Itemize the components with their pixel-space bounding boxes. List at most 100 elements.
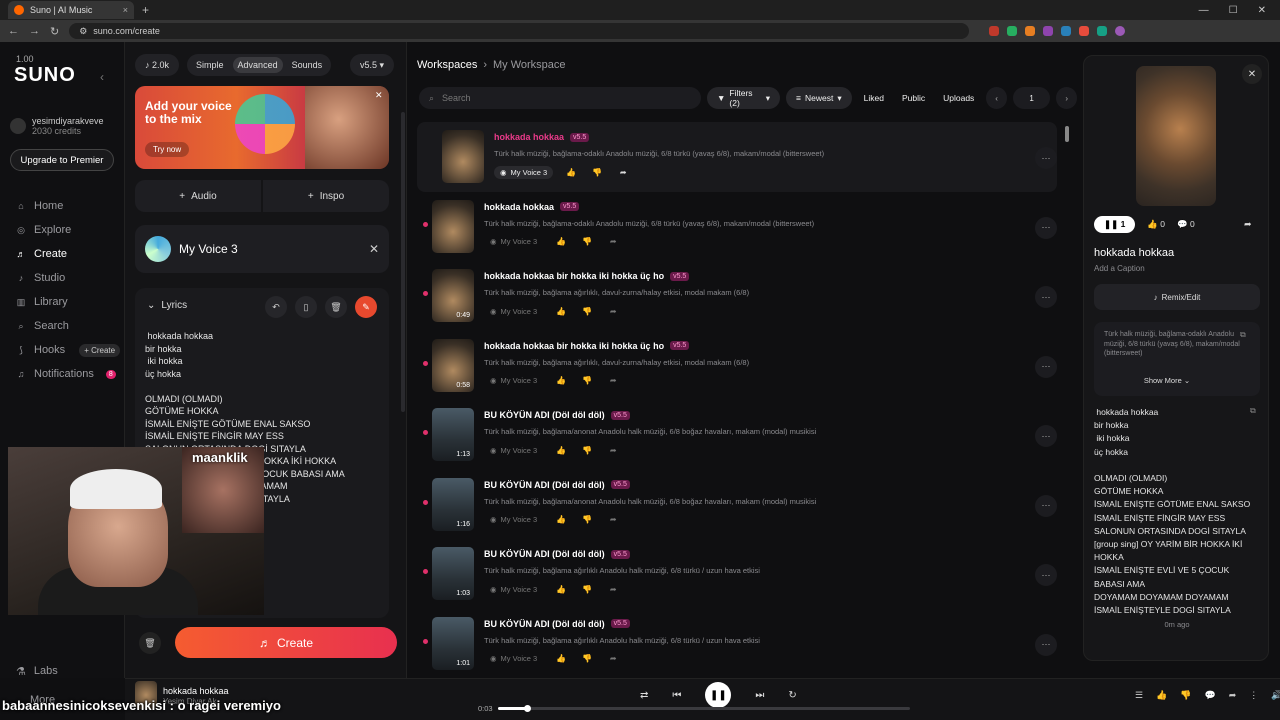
voice-badge[interactable]: ◉ My Voice 3: [484, 235, 543, 248]
show-more-button[interactable]: Show More ⌄: [1084, 376, 1250, 385]
dislike-icon[interactable]: 👎: [579, 512, 595, 528]
search-input[interactable]: ⌕ Search: [419, 87, 701, 109]
progress-handle[interactable]: [523, 705, 531, 712]
profile-icon[interactable]: [1115, 26, 1126, 36]
back-icon[interactable]: ←: [8, 25, 19, 37]
song-thumbnail[interactable]: [442, 130, 484, 183]
caption-input[interactable]: Add a Caption: [1094, 264, 1145, 273]
queue-icon[interactable]: ☰: [1135, 690, 1143, 701]
song-title[interactable]: hokkada hokkaa bir hokka iki hokka üç ho…: [484, 271, 690, 281]
voice-badge[interactable]: ◉ My Voice 3: [484, 305, 543, 318]
sidebar-item-create[interactable]: ♬ Create: [16, 242, 120, 266]
undo-icon[interactable]: ↶: [265, 296, 287, 318]
tab-advanced[interactable]: Advanced: [232, 57, 283, 73]
sidebar-item-hooks[interactable]: ⟆ Hooks + Create: [16, 338, 121, 362]
sidebar-item-labs[interactable]: ⚗ Labs: [16, 665, 58, 678]
song-thumbnail[interactable]: 1:01: [432, 616, 474, 670]
like-button[interactable]: 👍 0: [1147, 219, 1165, 230]
sort-button[interactable]: ≡ Newest ▾: [786, 87, 852, 109]
filters-button[interactable]: ▼ Filters (2) ▾: [707, 87, 781, 109]
like-icon[interactable]: 👍: [553, 234, 569, 250]
extension-icon[interactable]: [1043, 26, 1054, 36]
dislike-icon[interactable]: 👎: [579, 442, 595, 458]
more-options-icon[interactable]: ⋯: [1035, 633, 1057, 656]
shuffle-icon[interactable]: ⇄: [640, 690, 648, 701]
song-row[interactable]: 1:16 BU KÖYÜN ADI (Döl döl döl) v5.5 Türk h…: [407, 470, 1077, 540]
next-icon[interactable]: ⏭: [755, 690, 764, 701]
more-options-icon[interactable]: ⋯: [1035, 147, 1057, 169]
progress-slider[interactable]: [498, 705, 910, 712]
prev-page-icon[interactable]: ‹: [986, 87, 1007, 109]
create-button[interactable]: ♬ Create: [175, 627, 397, 658]
song-thumbnail[interactable]: [432, 199, 474, 253]
share-icon[interactable]: ➦: [605, 442, 621, 458]
more-options-icon[interactable]: ⋯: [1035, 494, 1057, 517]
voice-badge[interactable]: ◉ My Voice 3: [484, 374, 543, 387]
song-row[interactable]: 1:13 BU KÖYÜN ADI (Döl döl döl) v5.5 Türk h…: [407, 400, 1077, 470]
extension-icon[interactable]: [1025, 26, 1036, 36]
scrollbar[interactable]: [1065, 126, 1069, 142]
like-icon[interactable]: 👍: [1156, 690, 1167, 701]
more-options-icon[interactable]: ⋯: [1035, 286, 1057, 308]
like-icon[interactable]: 👍: [553, 581, 569, 597]
like-icon[interactable]: 👍: [553, 512, 569, 528]
tab-uploads[interactable]: Uploads: [937, 93, 980, 103]
song-row[interactable]: hokkada hokkaa v5.5 Türk halk müziği, bağl…: [417, 122, 1057, 192]
collapse-sidebar-icon[interactable]: ‹: [100, 70, 104, 84]
player-title[interactable]: hokkada hokkaa: [163, 686, 229, 696]
try-now-button[interactable]: Try now: [145, 142, 190, 157]
dislike-icon[interactable]: 👎: [579, 234, 595, 250]
like-icon[interactable]: 👍: [553, 303, 569, 319]
sidebar-item-library[interactable]: ▥ Library: [16, 290, 120, 314]
clear-button[interactable]: 🗑: [139, 632, 161, 654]
hooks-create-button[interactable]: + Create: [79, 343, 121, 357]
next-page-icon[interactable]: ›: [1056, 87, 1077, 109]
site-info-icon[interactable]: ⚙: [79, 26, 87, 37]
voice-badge[interactable]: ◉ My Voice 3: [484, 444, 543, 457]
song-row[interactable]: 1:03 BU KÖYÜN ADI (Döl döl döl) v5.5 Türk h…: [407, 539, 1077, 609]
song-title[interactable]: hokkada hokkaa v5.5: [494, 132, 590, 142]
voice-badge[interactable]: ◉ My Voice 3: [494, 165, 554, 179]
previous-icon[interactable]: ⏮: [672, 690, 681, 701]
pause-button[interactable]: ❚❚: [705, 682, 732, 708]
song-thumbnail[interactable]: 1:03: [432, 547, 474, 600]
voice-badge[interactable]: ◉ My Voice 3: [484, 652, 543, 665]
song-row[interactable]: 0:49 hokkada hokkaa bir hokka iki hokka ü…: [407, 261, 1077, 331]
add-inspo-button[interactable]: + Inspo: [263, 180, 389, 212]
share-icon[interactable]: ➦: [605, 303, 621, 319]
voice-badge[interactable]: ◉ My Voice 3: [484, 583, 543, 596]
share-icon[interactable]: ➦: [605, 651, 621, 667]
share-icon[interactable]: ➦: [615, 164, 631, 180]
close-icon[interactable]: ✕: [1242, 64, 1262, 84]
upgrade-button[interactable]: Upgrade to Premier: [10, 149, 114, 171]
dislike-icon[interactable]: 👎: [579, 373, 595, 389]
user-profile[interactable]: yesimdiyarakveve 2030 credits: [10, 116, 104, 136]
volume-icon[interactable]: 🔊: [1271, 690, 1280, 701]
share-icon[interactable]: ➦: [605, 373, 621, 389]
like-icon[interactable]: 👍: [553, 373, 569, 389]
dislike-icon[interactable]: 👎: [579, 651, 595, 667]
dislike-icon[interactable]: 👎: [1180, 690, 1191, 701]
close-icon[interactable]: ✕: [375, 90, 383, 101]
song-title[interactable]: hokkada hokkaa bir hokka iki hokka üç ho…: [484, 341, 690, 351]
copy-icon[interactable]: ⧉: [1250, 406, 1256, 416]
remix-edit-button[interactable]: ♪ Remix/Edit: [1094, 284, 1260, 310]
minimize-icon[interactable]: —: [1199, 5, 1209, 16]
dislike-icon[interactable]: 👎: [579, 581, 595, 597]
forward-icon[interactable]: →: [29, 25, 40, 37]
url-field[interactable]: ⚙ suno.com/create: [69, 23, 970, 39]
song-row[interactable]: hokkada hokkaa v5.5 Türk halk müziği, bağl…: [407, 192, 1077, 262]
tab-liked[interactable]: Liked: [858, 93, 890, 103]
share-icon[interactable]: ➦: [1229, 690, 1237, 701]
tab-simple[interactable]: Simple: [191, 57, 229, 73]
comment-button[interactable]: 💬 0: [1177, 219, 1195, 230]
like-icon[interactable]: 👍: [553, 651, 569, 667]
share-icon[interactable]: ➦: [605, 512, 621, 528]
share-icon[interactable]: ➦: [605, 581, 621, 597]
scrollbar[interactable]: [401, 112, 405, 412]
repeat-icon[interactable]: ↻: [788, 690, 796, 701]
song-title[interactable]: BU KÖYÜN ADI (Döl döl döl) v5.5: [484, 480, 630, 490]
song-title[interactable]: BU KÖYÜN ADI (Döl döl döl) v5.5: [484, 549, 630, 559]
copy-icon[interactable]: ⧉: [1240, 330, 1246, 340]
song-title[interactable]: BU KÖYÜN ADI (Döl döl döl) v5.5: [484, 410, 630, 420]
